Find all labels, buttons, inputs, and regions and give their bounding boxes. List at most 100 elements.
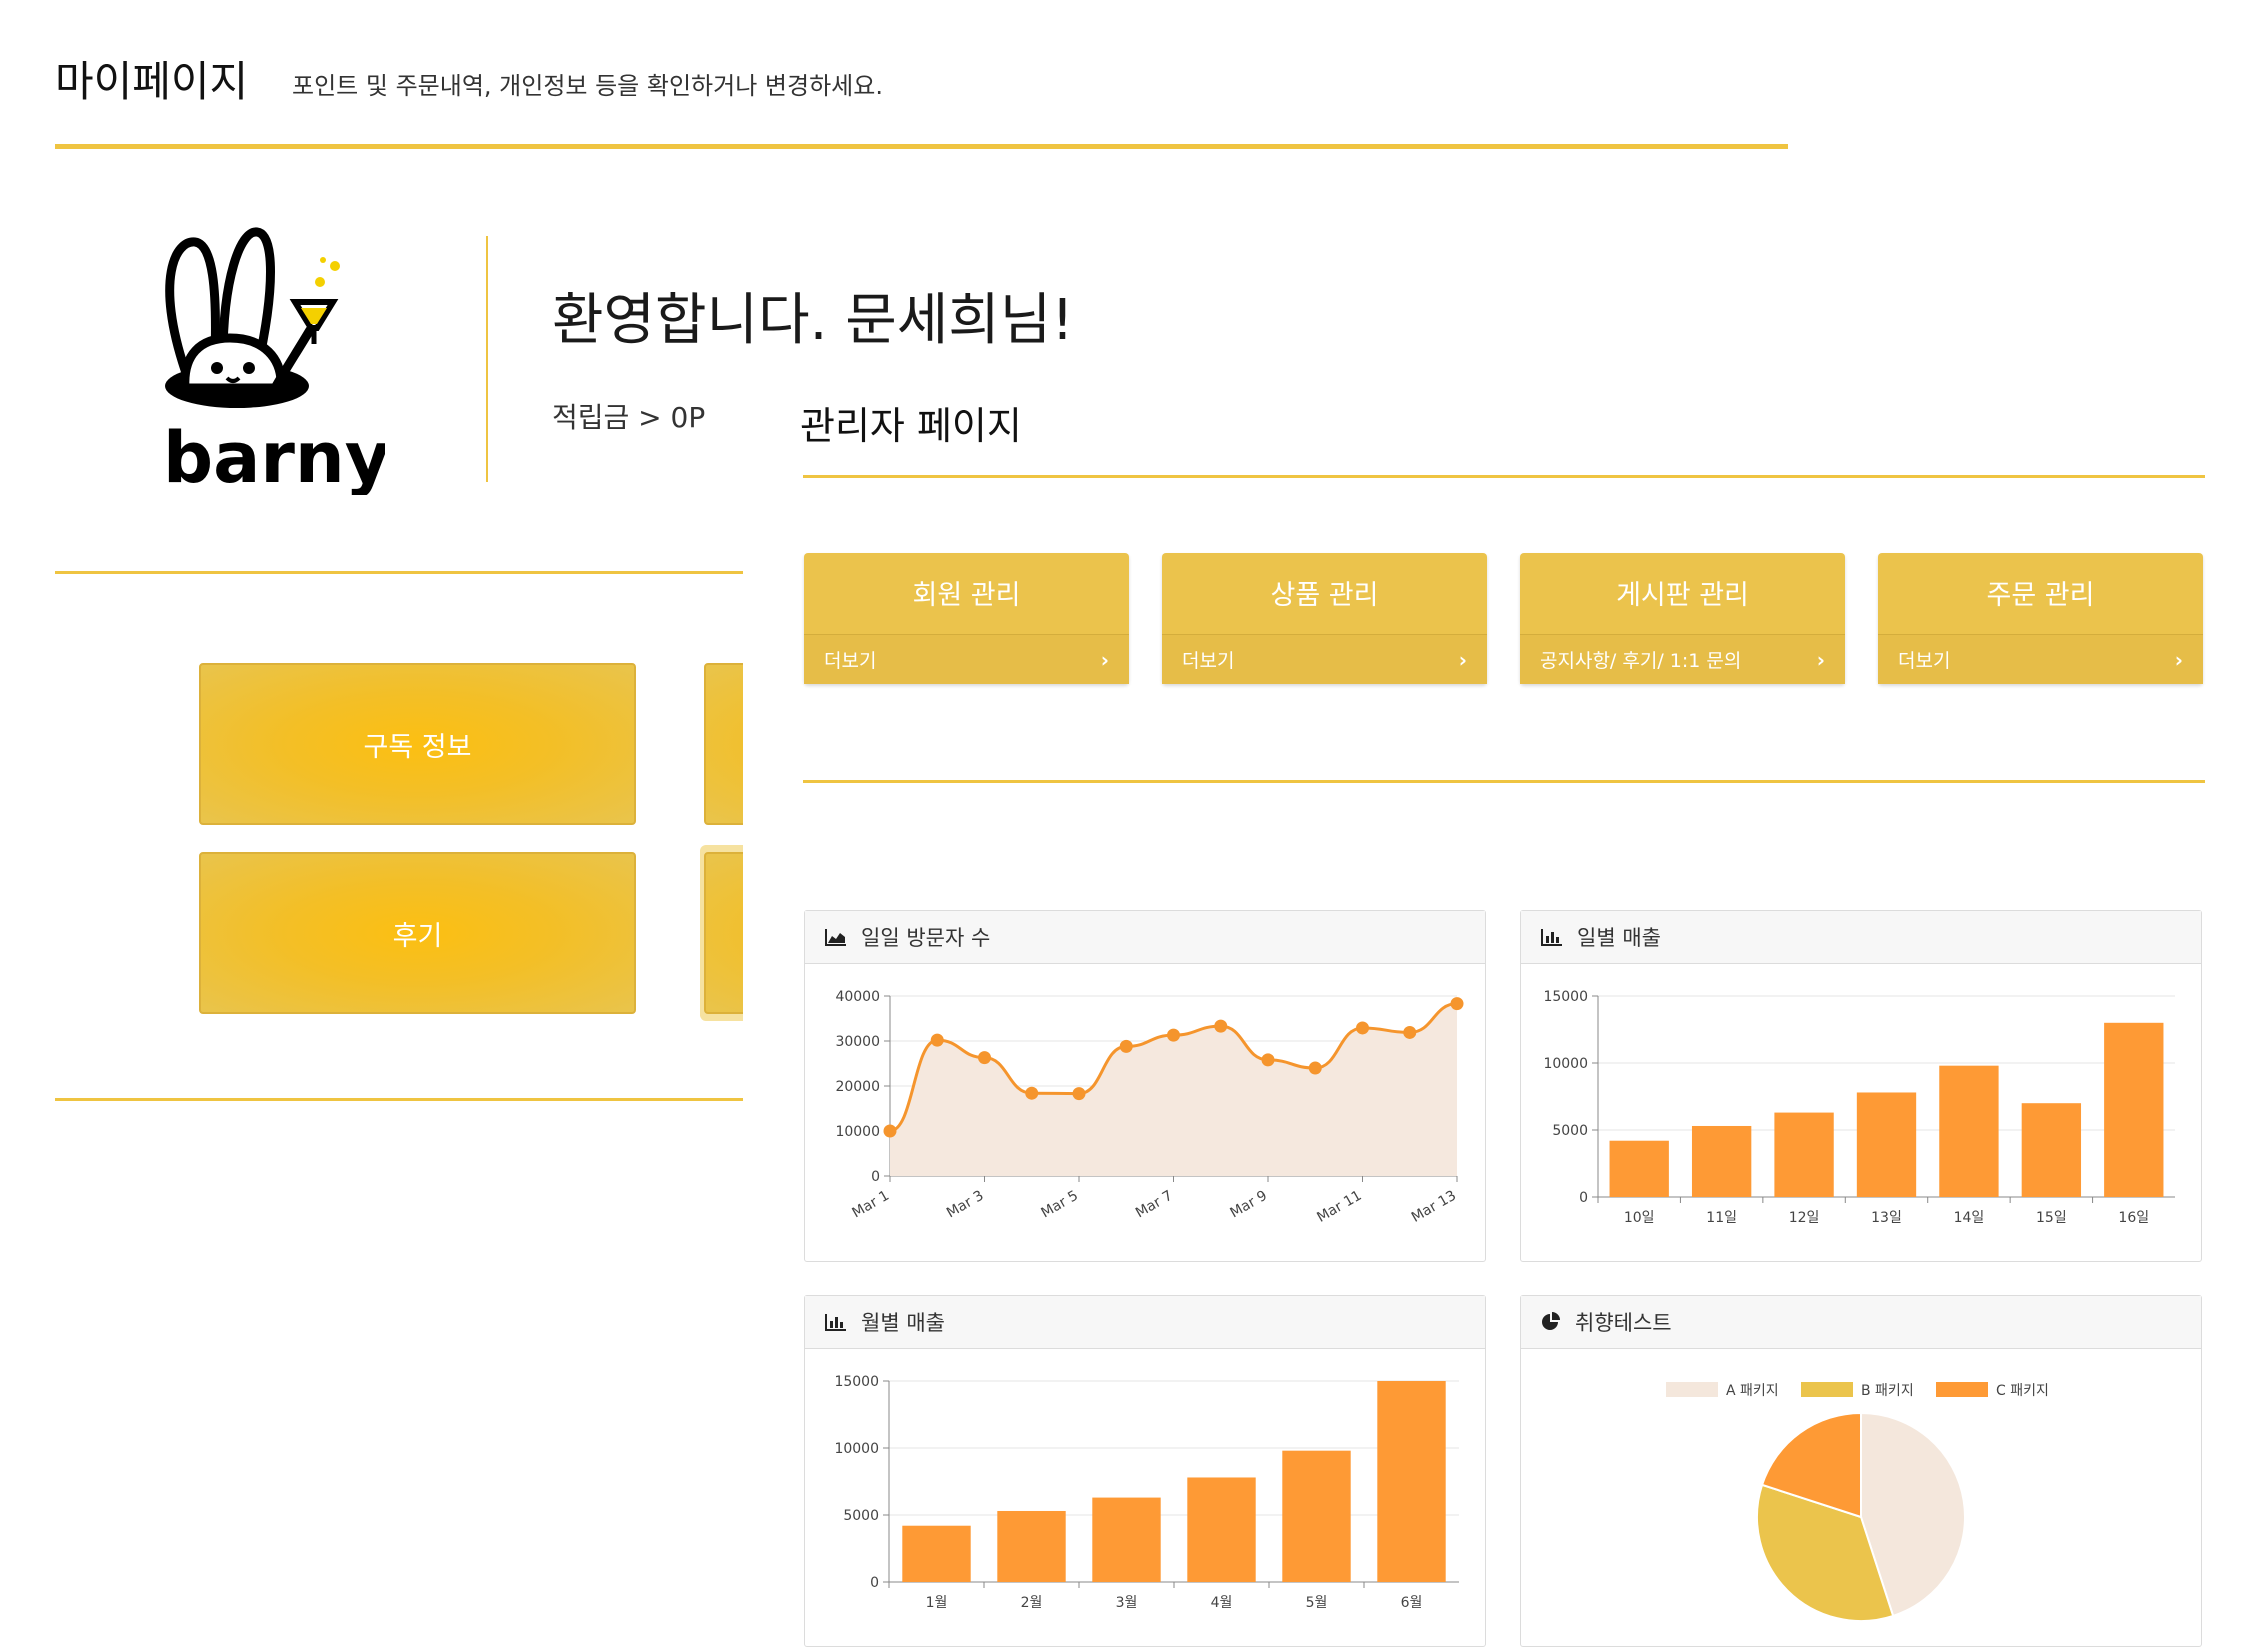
member-management-card[interactable]: 회원 관리 더보기 ›	[804, 553, 1129, 684]
card-footer-link[interactable]: 공지사항/ 후기/ 1:1 문의 ›	[1520, 634, 1845, 684]
panel-title: 취향테스트	[1575, 1311, 1672, 1335]
order-management-card[interactable]: 주문 관리 더보기 ›	[1878, 553, 2203, 684]
card-title: 게시판 관리	[1616, 580, 1749, 611]
x-tick-label: Mar 5	[1039, 1188, 1081, 1222]
y-tick-label: 15000	[1543, 989, 1588, 1005]
profile-divider	[486, 236, 488, 482]
panel-header: 일일 방문자 수	[805, 911, 1485, 964]
x-tick-label: 6월	[1401, 1595, 1423, 1611]
data-point	[1167, 1028, 1180, 1042]
data-point	[1356, 1021, 1369, 1035]
x-tick-label: Mar 3	[944, 1188, 986, 1222]
bar	[1282, 1450, 1351, 1582]
subscription-tile[interactable]: 구독 정보	[199, 663, 636, 825]
page-title: 마이페이지	[55, 57, 249, 106]
bar-chart-icon	[825, 1314, 846, 1331]
x-tick-label: 13일	[1871, 1210, 1902, 1226]
data-point	[1403, 1025, 1417, 1039]
x-tick-label: 3월	[1116, 1595, 1138, 1611]
admin-divider-top	[803, 475, 2205, 478]
data-point	[1119, 1039, 1133, 1053]
y-tick-label: 40000	[835, 989, 880, 1005]
review-tile-label: 후기	[392, 920, 443, 952]
card-footer-link[interactable]: 더보기 ›	[804, 634, 1129, 684]
card-title: 상품 관리	[1270, 580, 1379, 611]
bar	[1939, 1065, 1999, 1197]
review-tile[interactable]: 후기	[199, 852, 636, 1014]
y-tick-label: 10000	[835, 1124, 880, 1140]
legend-swatch	[1666, 1382, 1718, 1397]
y-tick-label: 15000	[834, 1374, 879, 1390]
points-link[interactable]: 적립금 > 0P	[552, 396, 705, 436]
x-tick-label: 10일	[1624, 1210, 1655, 1226]
welcome-message: 환영합니다. 문세희님!	[552, 288, 1074, 353]
legend-label: C 패키지	[1996, 1383, 2049, 1399]
bar	[997, 1510, 1066, 1582]
x-tick-label: 1월	[926, 1595, 948, 1611]
bar	[902, 1525, 971, 1582]
taste-test-panel: 취향테스트 A 패키지 B 패키지 C 패키지	[1520, 1295, 2202, 1647]
board-management-card[interactable]: 게시판 관리 공지사항/ 후기/ 1:1 문의 ›	[1520, 553, 1845, 684]
partial-tile-upper[interactable]	[704, 663, 743, 825]
card-footer-link[interactable]: 더보기 ›	[1878, 634, 2203, 684]
y-tick-label: 5000	[1552, 1123, 1588, 1139]
data-point	[978, 1051, 991, 1065]
card-title: 주문 관리	[1986, 580, 2095, 611]
bar	[1774, 1112, 1834, 1197]
bar-chart-icon	[1541, 929, 1562, 946]
x-tick-label: 11일	[1706, 1210, 1737, 1226]
panel-header: 월별 매출	[805, 1296, 1485, 1349]
y-tick-label: 20000	[835, 1079, 880, 1095]
y-tick-label: 10000	[834, 1441, 879, 1457]
x-tick-label: Mar 9	[1228, 1188, 1270, 1222]
card-footer-label: 공지사항/ 후기/ 1:1 문의	[1540, 650, 1742, 672]
product-management-card[interactable]: 상품 관리 더보기 ›	[1162, 553, 1487, 684]
bar	[1377, 1381, 1446, 1582]
barny-logo: barny	[163, 227, 385, 495]
y-tick-label: 5000	[843, 1508, 879, 1524]
x-tick-label: 2월	[1021, 1595, 1043, 1611]
bar	[2104, 1022, 2164, 1197]
legend-swatch	[1936, 1382, 1988, 1397]
taste-test-chart: A 패키지 B 패키지 C 패키지	[1666, 1382, 2049, 1622]
page-subtitle: 포인트 및 주문내역, 개인정보 등을 확인하거나 변경하세요.	[292, 72, 883, 100]
data-point	[1450, 997, 1464, 1011]
x-tick-label: 5월	[1306, 1595, 1328, 1611]
card-footer-label: 더보기	[1182, 650, 1235, 672]
monthly-sales-panel: 월별 매출 0 5000 10000 15000 1월 2월 3월 4월 5월 6월	[804, 1295, 1486, 1647]
card-footer-link[interactable]: 더보기 ›	[1162, 634, 1487, 684]
y-tick-label: 0	[1579, 1190, 1588, 1206]
panel-header: 취향테스트	[1521, 1296, 2201, 1349]
data-point	[1025, 1086, 1039, 1100]
pie-chart-icon	[1542, 1312, 1560, 1330]
chevron-right-icon: ›	[1458, 648, 1467, 672]
chevron-right-icon: ›	[1816, 648, 1825, 672]
legend-label: A 패키지	[1726, 1383, 1779, 1399]
logo-wordmark: barny	[163, 417, 385, 495]
daily-visitors-chart: 0 10000 20000 30000 40000 Mar 1 Mar 3 Mar 5 Mar …	[835, 989, 1464, 1226]
x-tick-label: Mar 7	[1133, 1188, 1175, 1222]
subscription-tile-label: 구독 정보	[363, 731, 472, 763]
bar	[1609, 1140, 1669, 1197]
chevron-right-icon: ›	[1100, 648, 1109, 672]
daily-sales-panel: 일별 매출 0 5000 10000 15000 10일 11일 12일 13일 14일 15일 1…	[1520, 910, 2202, 1262]
data-point	[883, 1124, 897, 1138]
data-point	[930, 1033, 944, 1047]
admin-title: 관리자 페이지	[800, 404, 1022, 448]
panel-title: 일별 매출	[1577, 926, 1661, 950]
card-footer-label: 더보기	[824, 650, 877, 672]
panel-title: 일일 방문자 수	[861, 926, 991, 950]
x-tick-label: 16일	[2118, 1210, 2149, 1226]
chevron-right-icon: ›	[2174, 648, 2183, 672]
partial-tile-lower[interactable]	[704, 852, 743, 1014]
bar	[1691, 1125, 1752, 1197]
x-tick-label: 4월	[1211, 1595, 1233, 1611]
data-point	[1072, 1087, 1086, 1101]
x-tick-label: 14일	[1954, 1210, 1985, 1226]
header-divider	[55, 144, 1788, 149]
panel-header: 일별 매출	[1521, 911, 2201, 964]
x-tick-label: Mar 1	[850, 1188, 892, 1222]
left-divider-top	[55, 571, 743, 574]
x-tick-label: 15일	[2036, 1210, 2067, 1226]
card-footer-label: 더보기	[1898, 650, 1951, 672]
